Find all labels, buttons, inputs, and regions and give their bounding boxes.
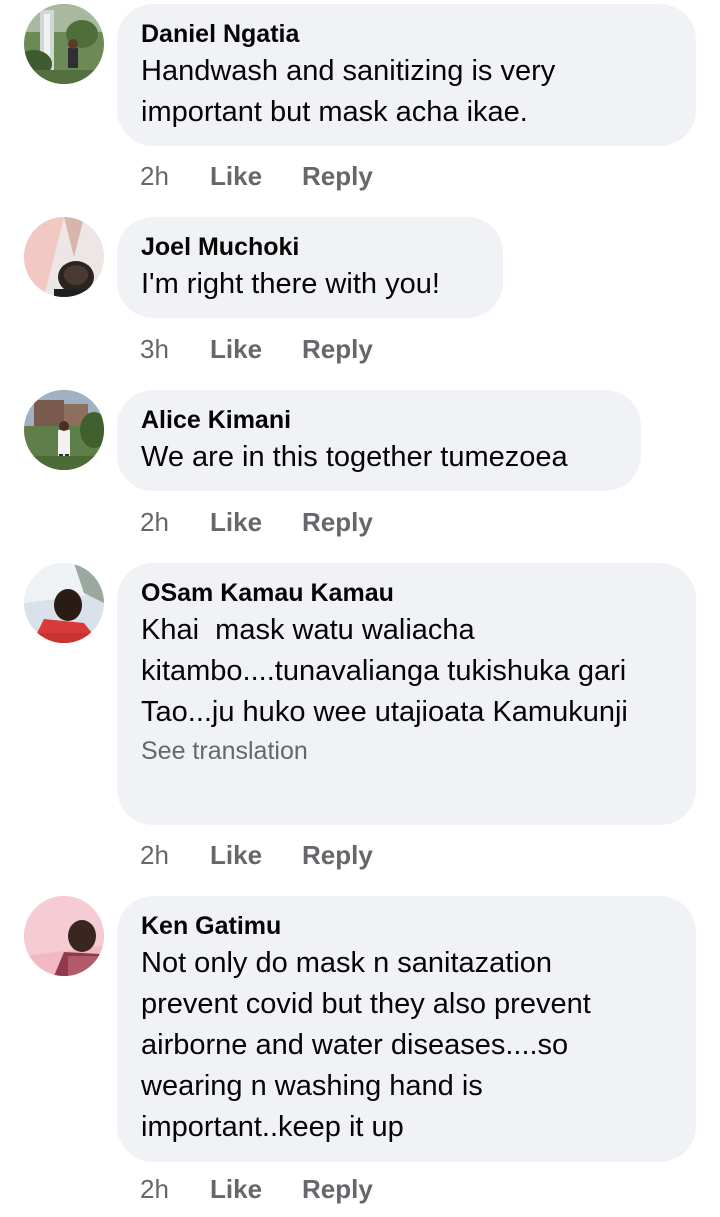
- comment-list: Daniel Ngatia Handwash and sanitizing is…: [0, 0, 720, 1217]
- reply-button[interactable]: Reply: [302, 1174, 373, 1205]
- like-button[interactable]: Like: [210, 840, 302, 871]
- comment-actions: 2h Like Reply: [140, 1174, 373, 1205]
- comment-actions: 2h Like Reply: [140, 507, 373, 538]
- avatar[interactable]: [24, 896, 104, 976]
- comment-timestamp[interactable]: 3h: [140, 334, 210, 365]
- profile-photo-icon: [24, 390, 104, 470]
- profile-photo-icon: [24, 4, 104, 84]
- like-button[interactable]: Like: [210, 161, 302, 192]
- comment-text: We are in this together tumezoea: [141, 441, 568, 473]
- comment-actions: 3h Like Reply: [140, 334, 373, 365]
- comment-author[interactable]: Daniel Ngatia: [141, 18, 672, 50]
- like-button[interactable]: Like: [210, 334, 302, 365]
- comment-author[interactable]: Joel Muchoki: [141, 231, 479, 263]
- comment-bubble: Alice Kimani We are in this together tum…: [117, 390, 641, 491]
- like-button[interactable]: Like: [210, 1174, 302, 1205]
- profile-photo-icon: [24, 217, 104, 297]
- profile-photo-icon: [24, 896, 104, 976]
- comment-bubble: Ken Gatimu Not only do mask n sanitazati…: [117, 896, 696, 1162]
- comment-actions: 2h Like Reply: [140, 840, 373, 871]
- comment-author[interactable]: Ken Gatimu: [141, 910, 672, 942]
- comment-timestamp[interactable]: 2h: [140, 161, 210, 192]
- reply-button[interactable]: Reply: [302, 334, 373, 365]
- profile-photo-icon: [24, 563, 104, 643]
- comment-bubble: OSam Kamau Kamau Khai mask watu waliacha…: [117, 563, 696, 825]
- like-button[interactable]: Like: [210, 507, 302, 538]
- comment-text: Khai mask watu waliacha kitambo....tunav…: [141, 614, 634, 728]
- comment-text: Not only do mask n sanitazation prevent …: [141, 947, 599, 1143]
- comment-timestamp[interactable]: 2h: [140, 507, 210, 538]
- reply-button[interactable]: Reply: [302, 840, 373, 871]
- comment-actions: 2h Like Reply: [140, 161, 373, 192]
- comment-text: I'm right there with you!: [141, 268, 440, 300]
- reply-button[interactable]: Reply: [302, 161, 373, 192]
- avatar[interactable]: [24, 563, 104, 643]
- comment-timestamp[interactable]: 2h: [140, 840, 210, 871]
- see-translation-link[interactable]: See translation: [141, 735, 672, 767]
- comment-text: Handwash and sanitizing is very importan…: [141, 55, 564, 128]
- comment-author[interactable]: Alice Kimani: [141, 404, 617, 436]
- avatar[interactable]: [24, 4, 104, 84]
- comment-timestamp[interactable]: 2h: [140, 1174, 210, 1205]
- comment-bubble: Joel Muchoki I'm right there with you!: [117, 217, 503, 318]
- avatar[interactable]: [24, 390, 104, 470]
- avatar[interactable]: [24, 217, 104, 297]
- comment-bubble: Daniel Ngatia Handwash and sanitizing is…: [117, 4, 696, 146]
- comment-author[interactable]: OSam Kamau Kamau: [141, 577, 672, 609]
- reply-button[interactable]: Reply: [302, 507, 373, 538]
